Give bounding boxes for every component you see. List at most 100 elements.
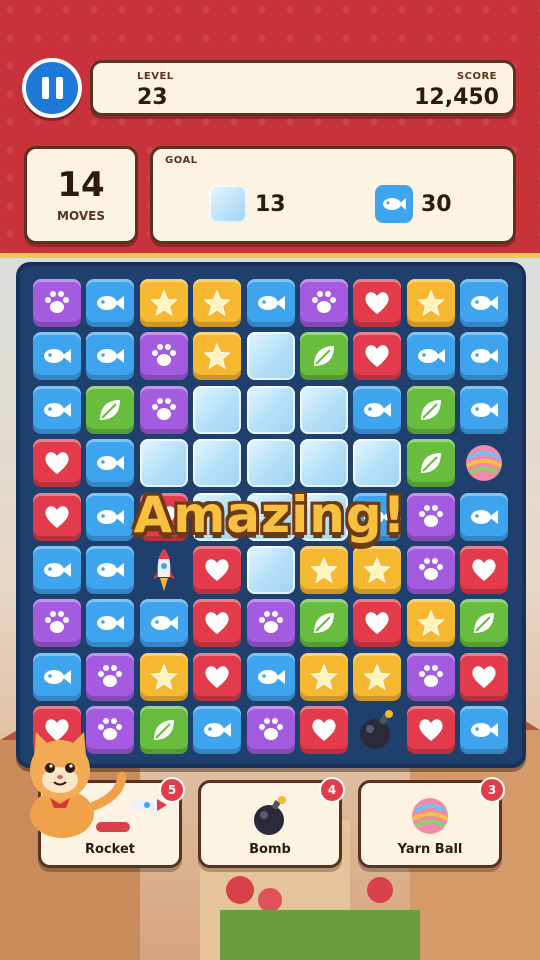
star-tile[interactable] [139,652,188,701]
fish-tile[interactable] [86,439,135,488]
fish-tile[interactable] [406,332,455,381]
fish-icon [95,560,125,580]
star-tile[interactable] [139,279,188,327]
heart-tile[interactable] [193,546,242,594]
star-tile[interactable] [406,279,455,327]
leaf-icon [310,342,338,370]
ice-block-tile[interactable] [246,546,295,594]
fish-icon [42,560,72,580]
heart-tile[interactable] [353,279,402,327]
paw-tile[interactable] [406,546,455,594]
fish-tile[interactable] [33,385,81,434]
paw-tile[interactable] [33,599,81,648]
bomb-booster-button[interactable]: 4 Bomb [198,777,345,868]
bomb-icon [355,708,399,752]
paw-tile[interactable] [139,385,188,434]
goal-fish-count: 30 [421,191,452,217]
leaf-tile[interactable] [460,599,509,648]
leaf-icon [417,449,445,477]
fish-tile[interactable] [86,279,135,327]
leaf-tile[interactable] [406,385,455,434]
fish-tile[interactable] [246,279,295,327]
heart-icon [203,610,231,636]
star-tile[interactable] [300,546,348,594]
fish-tile[interactable] [460,385,509,434]
fish-icon [202,720,232,740]
heart-tile[interactable] [33,439,81,488]
star-tile[interactable] [300,652,348,701]
ice-block-tile[interactable] [300,439,348,488]
ice-block-tile[interactable] [193,439,242,488]
leaf-tile[interactable] [139,706,188,755]
fish-icon [469,293,499,313]
fish-tile[interactable] [246,652,295,701]
heart-tile[interactable] [406,706,455,755]
star-tile[interactable] [353,652,402,701]
paw-tile[interactable] [406,652,455,701]
ice-block-tile[interactable] [193,385,242,434]
heart-tile[interactable] [353,599,402,648]
paw-icon [310,290,338,316]
goal-fish: 30 [375,185,452,223]
heart-tile[interactable] [193,599,242,648]
paw-icon [417,664,445,690]
star-tile[interactable] [353,546,402,594]
paw-tile[interactable] [300,279,348,327]
heart-tile[interactable] [300,706,348,755]
star-tile[interactable] [406,599,455,648]
leaf-tile[interactable] [300,599,348,648]
paw-tile[interactable] [139,332,188,381]
yarn-ball-booster-button[interactable]: 3 Yarn Ball [358,777,505,868]
ice-block-tile[interactable] [246,439,295,488]
star-icon [150,289,178,317]
fish-tile[interactable] [460,332,509,381]
fish-tile[interactable] [460,279,509,327]
fish-icon [469,346,499,366]
bomb-booster-tile[interactable] [353,706,401,754]
paw-tile[interactable] [86,652,135,701]
yarn-ball-booster-tile[interactable] [460,439,508,487]
leaf-icon [470,609,498,637]
paw-tile[interactable] [246,706,295,755]
heart-tile[interactable] [460,546,509,594]
fish-tile[interactable] [353,385,402,434]
fish-tile[interactable] [86,332,135,381]
heart-tile[interactable] [193,652,242,701]
ice-block-tile[interactable] [139,439,188,488]
leaf-tile[interactable] [86,385,135,434]
fish-tile[interactable] [139,599,188,648]
fish-tile[interactable] [460,706,509,755]
leaf-tile[interactable] [300,332,348,381]
ice-block-tile[interactable] [246,385,295,434]
pause-icon-bar-right [55,77,63,99]
fish-tile[interactable] [86,599,135,648]
heart-tile[interactable] [460,652,509,701]
fish-icon [416,346,446,366]
star-icon [363,663,392,691]
fish-tile[interactable] [86,546,135,594]
fish-icon [42,667,72,687]
moves-panel: 14 MOVES [24,146,138,244]
star-tile[interactable] [193,332,242,381]
paw-icon [96,664,124,690]
rocket-booster-tile[interactable] [140,546,188,594]
star-tile[interactable] [193,279,242,327]
ice-block-tile[interactable] [353,439,402,488]
heart-icon [203,557,231,583]
fish-tile[interactable] [33,332,81,381]
bomb-label: Bomb [249,842,291,857]
fish-tile[interactable] [33,546,81,594]
paw-tile[interactable] [33,279,81,327]
heart-tile[interactable] [353,332,402,381]
paw-icon [257,717,285,743]
fish-icon [95,613,125,633]
pause-button[interactable] [22,58,82,118]
leaf-tile[interactable] [406,439,455,488]
fish-icon [149,613,179,633]
ice-block-tile[interactable] [300,385,348,434]
paw-tile[interactable] [246,599,295,648]
ice-block-tile[interactable] [246,332,295,381]
yarn-ball-icon [462,441,506,485]
fish-tile[interactable] [193,706,242,755]
fish-tile[interactable] [33,652,81,701]
